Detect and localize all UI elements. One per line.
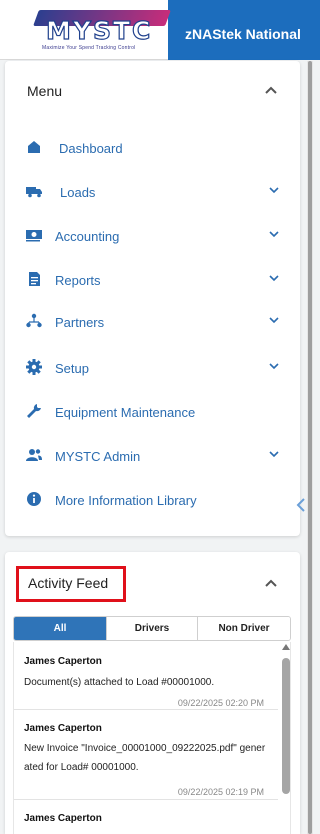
menu-item-more-information-library[interactable]: More Information Library	[5, 484, 300, 524]
chevron-down-icon	[269, 275, 279, 282]
logo-tagline: Maximize Your Spend Tracking Control	[42, 45, 136, 51]
page-scrollbar[interactable]	[307, 61, 313, 834]
tab-non-driver[interactable]: Non Driver	[197, 617, 290, 640]
feed-scrollbar[interactable]	[280, 642, 290, 834]
logo-text: MYSTC	[45, 15, 153, 45]
feed-item-message: Document(s) attached to Load #00001000.	[24, 677, 215, 688]
menu-item-equipment-maintenance[interactable]: Equipment Maintenance	[5, 396, 300, 436]
company-name[interactable]: zNAStek National	[185, 26, 301, 42]
scroll-up-arrow-icon[interactable]	[282, 644, 290, 650]
chevron-down-icon	[269, 363, 279, 370]
feed-item-timestamp: 09/22/2025 02:19 PM	[177, 787, 264, 797]
top-header: MYSTC Maximize Your Spend Tracking Contr…	[0, 0, 320, 60]
menu-item-label: Loads	[60, 185, 96, 200]
gear-icon	[26, 359, 42, 375]
activity-feed-title: Activity Feed	[16, 566, 126, 602]
activity-feed-list[interactable]: James Caperton Document(s) attached to L…	[13, 642, 291, 834]
wrench-icon	[27, 404, 41, 418]
partners-icon	[26, 313, 42, 328]
feed-item-author: James Caperton	[24, 813, 102, 824]
chevron-down-icon	[269, 187, 279, 194]
truck-icon	[26, 187, 42, 198]
menu-item-label: MYSTC Admin	[55, 449, 141, 464]
collapse-sidebar-chevron-icon[interactable]	[295, 497, 307, 513]
divider	[14, 709, 278, 710]
menu-item-label: More Information Library	[55, 493, 197, 508]
report-icon	[29, 272, 40, 286]
menu-item-loads[interactable]: Loads	[5, 176, 300, 216]
chevron-up-icon[interactable]	[264, 576, 278, 590]
chevron-down-icon	[269, 231, 279, 238]
menu-item-label: Setup	[55, 361, 89, 376]
menu-panel: Menu Dashboard Loads Accounting Reports …	[5, 61, 300, 536]
menu-title: Menu	[27, 83, 63, 99]
tab-drivers[interactable]: Drivers	[106, 617, 197, 640]
feed-item-author: James Caperton	[24, 656, 102, 667]
info-icon	[27, 492, 41, 506]
menu-item-label: Accounting	[55, 229, 120, 244]
feed-item-timestamp: 09/22/2025 02:20 PM	[177, 698, 264, 708]
divider	[14, 799, 278, 800]
activity-feed-tabs: All Drivers Non Driver	[13, 616, 291, 641]
menu-item-label: Partners	[55, 315, 105, 330]
feed-item-author: James Caperton	[24, 723, 102, 734]
menu-item-label: Equipment Maintenance	[55, 405, 196, 420]
menu-item-partners[interactable]: Partners	[5, 306, 300, 346]
menu-item-dashboard[interactable]: Dashboard	[5, 132, 300, 172]
menu-item-reports[interactable]: Reports	[5, 264, 300, 304]
menu-item-label: Reports	[55, 273, 101, 288]
admin-users-icon	[26, 449, 42, 461]
money-icon	[26, 230, 42, 242]
chevron-down-icon	[269, 317, 279, 324]
activity-feed-panel: Activity Feed All Drivers Non Driver Jam…	[5, 552, 300, 834]
logo[interactable]: MYSTC Maximize Your Spend Tracking Contr…	[0, 0, 171, 60]
menu-item-mystc-admin[interactable]: MYSTC Admin	[5, 440, 300, 480]
chevron-down-icon	[269, 451, 279, 458]
menu-item-accounting[interactable]: Accounting	[5, 220, 300, 260]
home-icon	[28, 141, 40, 153]
menu-item-label: Dashboard	[59, 141, 123, 156]
feed-item-message: New Invoice "Invoice_00001000_09222025.p…	[24, 743, 266, 773]
chevron-up-icon[interactable]	[264, 83, 278, 97]
page-scrollbar-thumb[interactable]	[308, 61, 312, 834]
menu-item-setup[interactable]: Setup	[5, 352, 300, 392]
feed-scrollbar-thumb[interactable]	[282, 658, 290, 794]
tab-all[interactable]: All	[14, 617, 106, 640]
